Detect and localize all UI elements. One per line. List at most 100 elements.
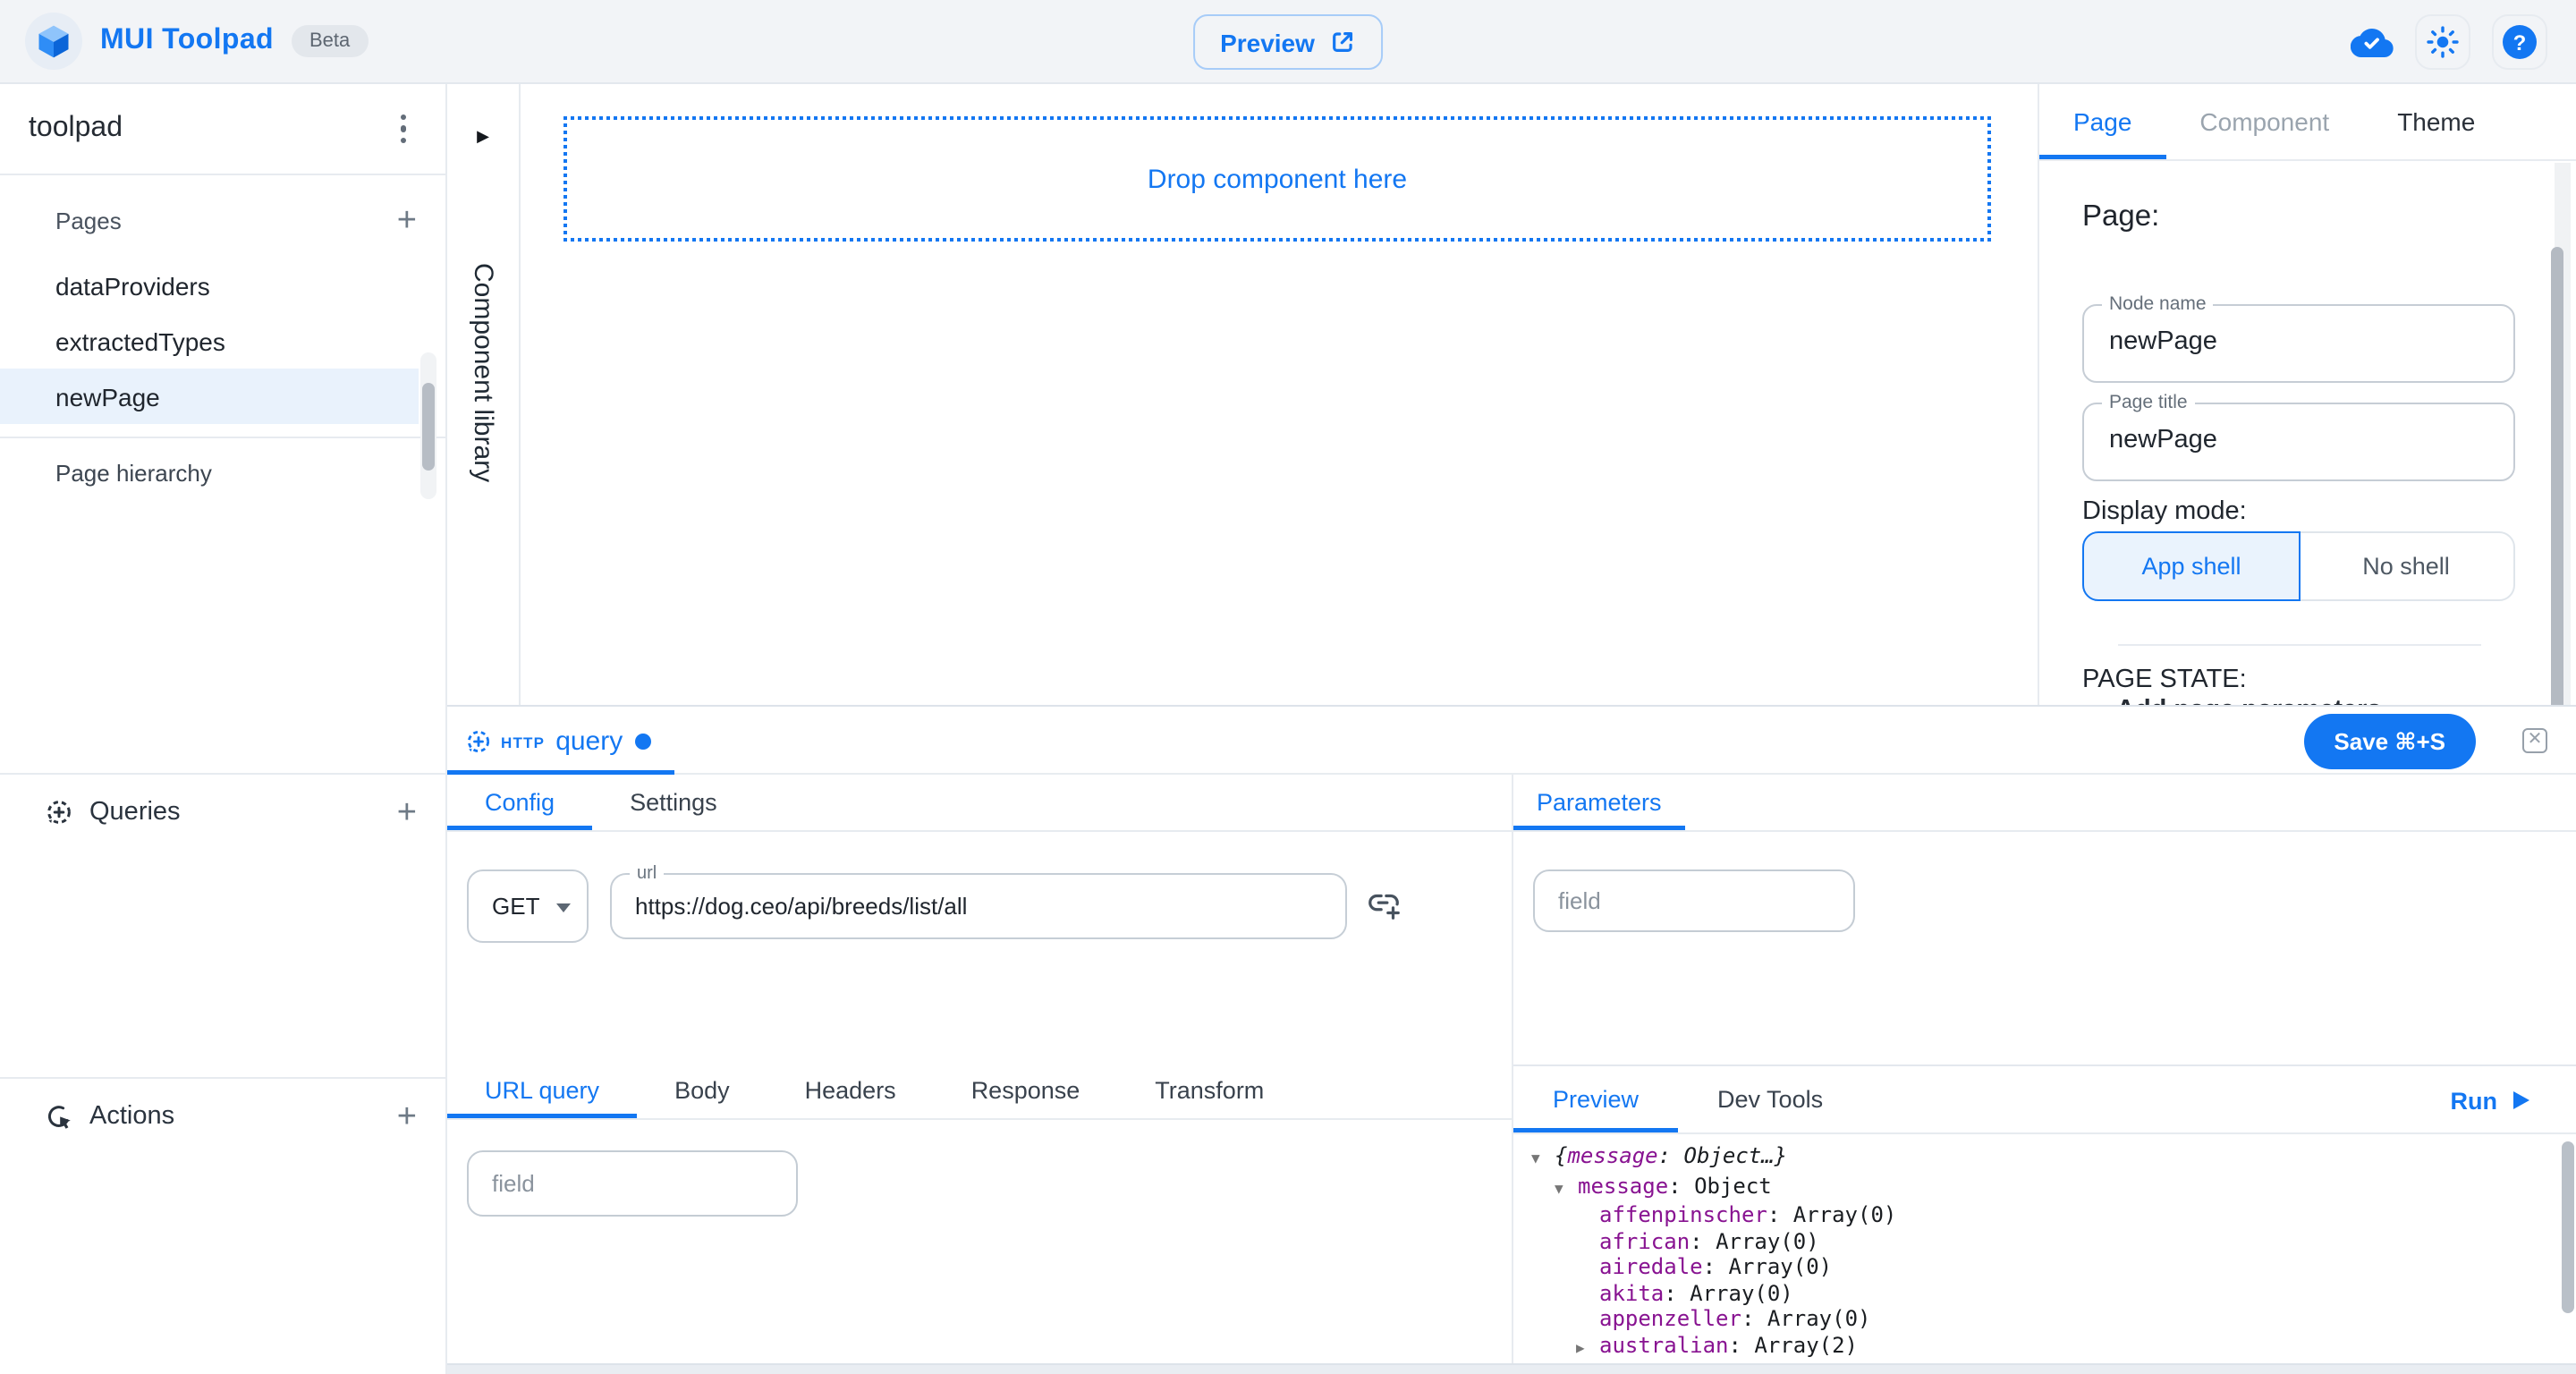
save-button[interactable]: Save ⌘+S xyxy=(2303,714,2476,769)
tab-transform[interactable]: Transform xyxy=(1117,1063,1301,1118)
expand-component-library-icon[interactable]: ▶ xyxy=(447,127,519,147)
beta-badge: Beta xyxy=(292,25,368,57)
json-result-tree: ▼ {message: Object…} ▼ message: Object a… xyxy=(1513,1134,2562,1365)
tab-page[interactable]: Page xyxy=(2039,84,2165,159)
inspector-scrollbar[interactable] xyxy=(2555,163,2571,705)
url-field[interactable]: url xyxy=(610,873,1347,939)
node-name-field[interactable]: Node name newPage xyxy=(2082,304,2515,383)
drop-zone-hint: Drop component here xyxy=(1148,164,1407,194)
tab-url-query[interactable]: URL query xyxy=(447,1063,637,1118)
query-results-pane: Parameters Preview Dev Tools Run ▼ {mess… xyxy=(1512,775,2576,1365)
drop-zone[interactable]: Drop component here xyxy=(564,116,1991,242)
parameters-field-input[interactable] xyxy=(1533,869,1855,932)
theme-toggle-button[interactable] xyxy=(2415,14,2470,70)
page-canvas: Drop component here xyxy=(521,84,2038,705)
preview-button-label: Preview xyxy=(1220,28,1315,56)
unsaved-changes-dot xyxy=(635,733,651,749)
tree-row-appenzeller[interactable]: appenzeller: Array(0) xyxy=(1513,1306,2562,1332)
tree-row-message[interactable]: ▼ message: Object xyxy=(1513,1173,2562,1202)
mui-toolpad-editor: MUI Toolpad Beta Preview xyxy=(0,0,2576,1374)
page-title-field[interactable]: Page title newPage xyxy=(2082,403,2515,481)
play-icon xyxy=(2513,1091,2529,1109)
preview-button[interactable]: Preview xyxy=(1193,14,1383,70)
inspector-panel: Page Component Theme Page: Node name new… xyxy=(2038,84,2576,705)
pages-section-label: Pages xyxy=(55,207,122,233)
tree-expanded-arrow-icon[interactable]: ▼ xyxy=(1555,1176,1578,1202)
pages-list: dataProviders extractedTypes newPage xyxy=(0,258,445,424)
tab-config[interactable]: Config xyxy=(447,775,592,830)
display-mode-label: Display mode: xyxy=(2082,497,2247,526)
queries-section-header: Queries + xyxy=(0,782,445,843)
request-row: GET url xyxy=(447,832,1512,1032)
results-tabs: Preview Dev Tools Run xyxy=(1513,1066,2576,1134)
add-page-button[interactable]: + xyxy=(397,203,417,237)
actions-cursor-click-icon xyxy=(45,1102,73,1131)
add-binding-link-icon[interactable] xyxy=(1365,886,1402,923)
page-item-newpage[interactable]: newPage xyxy=(0,369,419,424)
tab-response[interactable]: Response xyxy=(934,1063,1118,1118)
parameters-tabs: Parameters xyxy=(1513,775,2576,832)
dropdown-caret-icon xyxy=(556,903,571,912)
tree-row-african[interactable]: african: Array(0) xyxy=(1513,1228,2562,1254)
tree-row-affenpinscher[interactable]: affenpinscher: Array(0) xyxy=(1513,1202,2562,1228)
tab-headers[interactable]: Headers xyxy=(767,1063,934,1118)
tab-preview[interactable]: Preview xyxy=(1513,1066,1678,1132)
node-name-value: newPage xyxy=(2109,327,2217,356)
page-title-value: newPage xyxy=(2109,426,2217,454)
close-query-panel-icon[interactable]: ✕ xyxy=(2522,728,2547,753)
results-section: Preview Dev Tools Run ▼ {message: Object… xyxy=(1513,1064,2576,1365)
component-library-panel: ▶ Component library xyxy=(447,84,521,705)
tree-row-airedale[interactable]: airedale: Array(0) xyxy=(1513,1254,2562,1280)
page-item-dataproviders[interactable]: dataProviders xyxy=(0,258,419,313)
url-query-field-input[interactable] xyxy=(467,1150,798,1217)
add-page-parameters-button[interactable]: Add page parameters xyxy=(2082,696,2382,705)
pages-list-scrollbar[interactable] xyxy=(420,352,436,499)
explorer-sidebar: toolpad Pages + dataProviders extractedT… xyxy=(0,84,447,1374)
page-item-extractedtypes[interactable]: extractedTypes xyxy=(0,313,419,369)
inspector-heading: Page: xyxy=(2082,200,2576,234)
tab-parameters[interactable]: Parameters xyxy=(1513,775,1685,830)
actions-section-header: Actions + xyxy=(0,1086,445,1147)
tree-collapsed-arrow-icon[interactable]: ▶ xyxy=(1576,1336,1599,1361)
query-tab-bar: HTTP query Save ⌘+S ✕ xyxy=(447,707,2576,775)
tab-theme[interactable]: Theme xyxy=(2363,84,2509,159)
tab-component[interactable]: Component xyxy=(2165,84,2363,159)
query-name-label: query xyxy=(555,725,623,756)
pages-section-header: Pages + xyxy=(0,193,445,247)
app-title: MUI Toolpad xyxy=(100,25,274,57)
help-button[interactable]: ? xyxy=(2492,14,2547,70)
help-icon: ? xyxy=(2503,25,2537,59)
node-name-label: Node name xyxy=(2102,293,2214,315)
tab-dev-tools[interactable]: Dev Tools xyxy=(1678,1066,1862,1132)
light-mode-sun-icon xyxy=(2426,25,2460,59)
add-action-button[interactable]: + xyxy=(397,1099,417,1133)
project-menu-kebab-icon[interactable] xyxy=(393,107,413,151)
display-mode-app-shell[interactable]: App shell xyxy=(2082,531,2301,601)
http-method-value: GET xyxy=(492,893,539,920)
tree-row-australian[interactable]: ▶ australian: Array(2) xyxy=(1513,1332,2562,1361)
component-library-label: Component library xyxy=(468,263,498,482)
query-tab[interactable]: HTTP query xyxy=(447,707,674,775)
config-tabs: Config Settings xyxy=(447,775,1512,832)
header-actions: ? xyxy=(2351,0,2547,84)
actions-label: Actions xyxy=(89,1102,397,1131)
mui-toolpad-logo-icon xyxy=(25,13,82,70)
display-mode-toggle: App shell No shell xyxy=(2082,531,2515,601)
run-button[interactable]: Run xyxy=(2451,1066,2530,1134)
inspector-tabs: Page Component Theme xyxy=(2039,84,2576,161)
tree-expanded-arrow-icon[interactable]: ▼ xyxy=(1531,1147,1555,1173)
results-scrollbar[interactable] xyxy=(2562,1141,2574,1313)
tree-root-row[interactable]: ▼ {message: Object…} xyxy=(1513,1143,2562,1173)
cloud-synced-icon xyxy=(2351,21,2394,64)
http-method-select[interactable]: GET xyxy=(467,869,589,943)
tab-body[interactable]: Body xyxy=(637,1063,767,1118)
project-row: toolpad xyxy=(0,84,445,175)
tree-row-akita[interactable]: akita: Array(0) xyxy=(1513,1280,2562,1306)
display-mode-no-shell[interactable]: No shell xyxy=(2299,533,2513,599)
tab-settings[interactable]: Settings xyxy=(592,775,755,830)
brand-area: MUI Toolpad Beta xyxy=(0,13,368,70)
request-detail-tabs: URL query Body Headers Response Transfor… xyxy=(447,1063,1512,1120)
add-query-button[interactable]: + xyxy=(397,795,417,829)
url-input[interactable] xyxy=(635,877,1324,936)
query-config-pane: Config Settings GET url xyxy=(447,775,1512,1365)
